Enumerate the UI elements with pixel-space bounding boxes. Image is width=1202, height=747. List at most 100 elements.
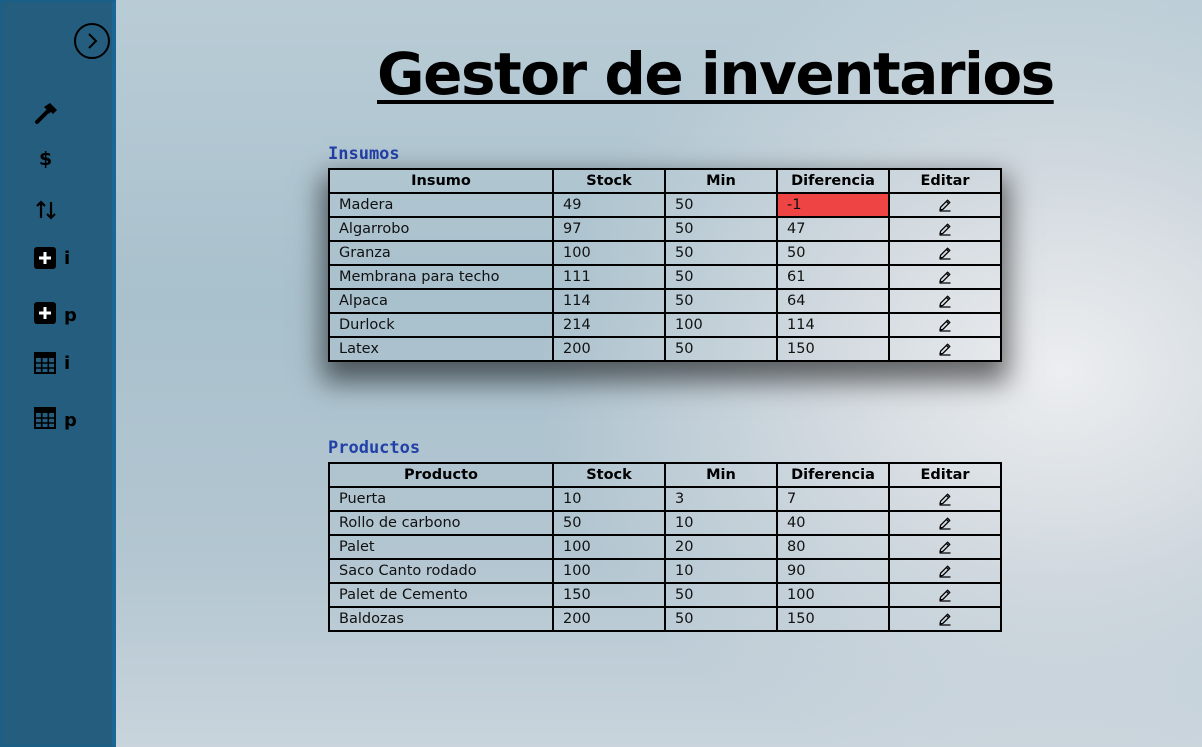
table-header-row: Insumo Stock Min Diferencia Editar xyxy=(328,168,1002,194)
chevron-right-icon xyxy=(88,33,98,49)
cell-min: 50 xyxy=(664,582,778,608)
sidebar-item-table-productos[interactable]: p xyxy=(34,404,77,431)
cell-stock: 10 xyxy=(552,486,666,512)
cell-diferencia: 61 xyxy=(776,264,890,290)
cell-min: 50 xyxy=(664,288,778,314)
cell-min: 50 xyxy=(664,216,778,242)
edit-button[interactable] xyxy=(888,288,1002,314)
edit-button[interactable] xyxy=(888,558,1002,584)
cell-stock: 100 xyxy=(552,534,666,560)
pencil-icon xyxy=(939,589,951,602)
table-row: Membrana para techo 111 50 61 xyxy=(328,264,1002,290)
table-row: Durlock 214 100 114 xyxy=(328,312,1002,338)
cell-stock: 214 xyxy=(552,312,666,338)
cell-name: Rollo de carbono xyxy=(328,510,554,536)
column-header-stock: Stock xyxy=(552,168,666,194)
productos-table: Producto Stock Min Diferencia Editar Pue… xyxy=(328,462,1002,632)
edit-button[interactable] xyxy=(888,312,1002,338)
cell-stock: 97 xyxy=(552,216,666,242)
cell-diferencia: 40 xyxy=(776,510,890,536)
cell-name: Madera xyxy=(328,192,554,218)
cell-diferencia: 100 xyxy=(776,582,890,608)
table-row: Palet 100 20 80 xyxy=(328,534,1002,560)
sidebar-item-label: p xyxy=(64,305,77,326)
table-row: Latex 200 50 150 xyxy=(328,336,1002,362)
table-icon xyxy=(34,406,56,429)
cell-min: 50 xyxy=(664,606,778,632)
cell-stock: 111 xyxy=(552,264,666,290)
edit-button[interactable] xyxy=(888,606,1002,632)
cell-name: Algarrobo xyxy=(328,216,554,242)
cell-min: 10 xyxy=(664,510,778,536)
sidebar: $ i p i p xyxy=(0,0,116,747)
table-row: Madera 49 50 -1 xyxy=(328,192,1002,218)
pencil-icon xyxy=(939,565,951,578)
sidebar-item-table-insumos[interactable]: i xyxy=(34,352,70,374)
cell-diferencia: 47 xyxy=(776,216,890,242)
cell-min: 50 xyxy=(664,336,778,362)
column-header-insumo: Insumo xyxy=(328,168,554,194)
pencil-icon xyxy=(939,343,951,356)
edit-button[interactable] xyxy=(888,240,1002,266)
pencil-icon xyxy=(939,613,951,626)
edit-button[interactable] xyxy=(888,192,1002,218)
cell-stock: 50 xyxy=(552,510,666,536)
sidebar-toggle-button[interactable] xyxy=(74,23,110,59)
cell-stock: 200 xyxy=(552,336,666,362)
cell-name: Palet xyxy=(328,534,554,560)
column-header-editar: Editar xyxy=(888,168,1002,194)
edit-button[interactable] xyxy=(888,216,1002,242)
edit-button[interactable] xyxy=(888,264,1002,290)
column-header-diferencia: Diferencia xyxy=(776,168,890,194)
cell-name: Durlock xyxy=(328,312,554,338)
pencil-icon xyxy=(939,541,951,554)
pencil-icon xyxy=(939,319,951,332)
table-row: Granza 100 50 50 xyxy=(328,240,1002,266)
cell-diferencia: 90 xyxy=(776,558,890,584)
sidebar-item-prices[interactable]: $ xyxy=(34,148,52,170)
cell-name: Baldozas xyxy=(328,606,554,632)
cell-name: Palet de Cemento xyxy=(328,582,554,608)
cell-diferencia: 80 xyxy=(776,534,890,560)
sidebar-item-label: p xyxy=(64,410,77,431)
productos-section-title: Productos xyxy=(328,438,421,458)
edit-button[interactable] xyxy=(888,582,1002,608)
table-header-row: Producto Stock Min Diferencia Editar xyxy=(328,462,1002,488)
table-icon xyxy=(34,352,56,374)
sidebar-item-tools[interactable] xyxy=(34,100,60,126)
dollar-icon: $ xyxy=(39,148,53,170)
cell-stock: 49 xyxy=(552,192,666,218)
edit-button[interactable] xyxy=(888,510,1002,536)
sidebar-item-add-producto[interactable]: p xyxy=(34,299,77,326)
table-row: Baldozas 200 50 150 xyxy=(328,606,1002,632)
plus-square-icon xyxy=(34,301,56,324)
column-header-min: Min xyxy=(664,168,778,194)
cell-stock: 114 xyxy=(552,288,666,314)
pencil-icon xyxy=(939,247,951,260)
page-title: Gestor de inventarios xyxy=(377,40,1055,108)
cell-diferencia: 64 xyxy=(776,288,890,314)
pencil-icon xyxy=(939,517,951,530)
cell-min: 100 xyxy=(664,312,778,338)
table-row: Algarrobo 97 50 47 xyxy=(328,216,1002,242)
pencil-icon xyxy=(939,223,951,236)
edit-button[interactable] xyxy=(888,336,1002,362)
cell-name: Membrana para techo xyxy=(328,264,554,290)
cell-diferencia: 150 xyxy=(776,336,890,362)
cell-min: 50 xyxy=(664,264,778,290)
sidebar-item-label: i xyxy=(64,352,71,374)
cell-min: 50 xyxy=(664,192,778,218)
edit-button[interactable] xyxy=(888,534,1002,560)
sidebar-item-add-insumo[interactable]: i xyxy=(34,247,70,269)
cell-diferencia: 7 xyxy=(776,486,890,512)
cell-stock: 100 xyxy=(552,558,666,584)
cell-name: Latex xyxy=(328,336,554,362)
sidebar-item-movements[interactable] xyxy=(34,198,58,222)
edit-button[interactable] xyxy=(888,486,1002,512)
cell-diferencia: 114 xyxy=(776,312,890,338)
pencil-icon xyxy=(939,199,951,212)
pencil-icon xyxy=(939,295,951,308)
cell-stock: 150 xyxy=(552,582,666,608)
cell-min: 50 xyxy=(664,240,778,266)
cell-diferencia: 150 xyxy=(776,606,890,632)
